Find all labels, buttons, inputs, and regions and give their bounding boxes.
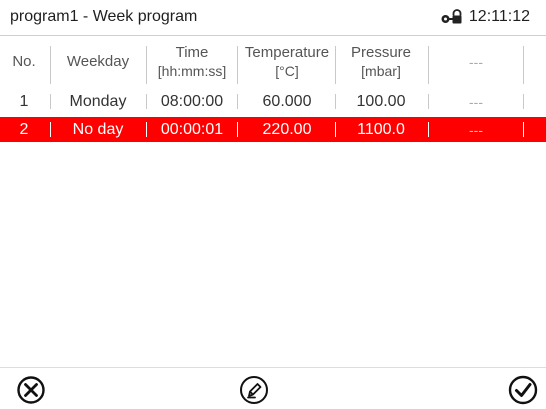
- lock-key-icon: [440, 9, 464, 25]
- cell-divider: [146, 122, 147, 137]
- cell-divider: [335, 122, 336, 137]
- cell-divider: [50, 94, 51, 109]
- cell-no: 2: [19, 120, 29, 138]
- status-area: 12:11:12: [440, 8, 530, 26]
- cell-divider: [428, 94, 429, 109]
- table-header: No. Weekday Time [hh:mm:ss] Temperature …: [0, 36, 546, 87]
- page-title: program1 - Week program: [10, 8, 198, 25]
- column-label: Time: [175, 43, 209, 61]
- column-header-weekday: Weekday: [53, 36, 143, 87]
- column-header-pressure: Pressure [mbar]: [337, 36, 425, 87]
- column-header-no: No.: [0, 36, 48, 87]
- cell-temperature: 220.00: [262, 120, 312, 138]
- column-divider: [237, 46, 238, 84]
- cell-divider: [237, 122, 238, 137]
- table-row[interactable]: 1 Monday 08:00:00 60.000 100.00 ---: [0, 89, 546, 114]
- cell-weekday: No day: [72, 120, 124, 138]
- cell-weekday: Monday: [69, 92, 127, 110]
- column-divider: [335, 46, 336, 84]
- cell-divider: [523, 94, 524, 109]
- column-label: Temperature: [244, 43, 330, 61]
- cell-divider: [335, 94, 336, 109]
- cell-divider: [146, 94, 147, 109]
- confirm-button[interactable]: [504, 372, 542, 408]
- cell-temperature: 60.000: [262, 92, 312, 110]
- confirm-check-icon: [508, 375, 538, 405]
- column-label: Pressure: [350, 43, 412, 61]
- footer-divider: [0, 367, 546, 368]
- column-unit: [hh:mm:ss]: [157, 62, 227, 79]
- cancel-button[interactable]: [12, 372, 50, 408]
- cell-pressure: 1100.0: [357, 120, 405, 138]
- column-divider: [428, 46, 429, 84]
- column-label: Weekday: [66, 52, 130, 70]
- cancel-circle-icon: [17, 376, 45, 404]
- edit-button[interactable]: [235, 372, 273, 408]
- cell-pressure: 100.00: [356, 92, 406, 110]
- cell-divider: [237, 94, 238, 109]
- column-label: No.: [12, 52, 36, 70]
- cell-extra: ---: [469, 93, 483, 110]
- cell-divider: [428, 122, 429, 137]
- edit-pencil-icon: [240, 376, 268, 404]
- column-unit: [mbar]: [361, 62, 401, 79]
- column-unit: [°C]: [275, 62, 299, 79]
- cell-divider: [50, 122, 51, 137]
- clock: 12:11:12: [468, 8, 530, 25]
- column-header-temperature: Temperature [°C]: [240, 36, 334, 87]
- cell-no: 1: [19, 92, 29, 110]
- cell-time: 00:00:01: [160, 120, 224, 138]
- cell-divider: [523, 122, 524, 137]
- column-header-extra: ---: [430, 36, 522, 87]
- column-header-time: Time [hh:mm:ss]: [148, 36, 236, 87]
- column-label: ---: [469, 53, 483, 70]
- table-row-selected[interactable]: 2 No day 00:00:01 220.00 1100.0 ---: [0, 117, 546, 142]
- column-divider: [523, 46, 524, 84]
- cell-time: 08:00:00: [160, 92, 224, 110]
- week-program-screen: program1 - Week program 12:11:12 No. Wee…: [0, 0, 546, 409]
- title-bar: program1 - Week program 12:11:12: [0, 0, 546, 36]
- column-divider: [50, 46, 51, 84]
- program-table: No. Weekday Time [hh:mm:ss] Temperature …: [0, 36, 546, 142]
- cell-extra: ---: [469, 121, 483, 138]
- column-divider: [146, 46, 147, 84]
